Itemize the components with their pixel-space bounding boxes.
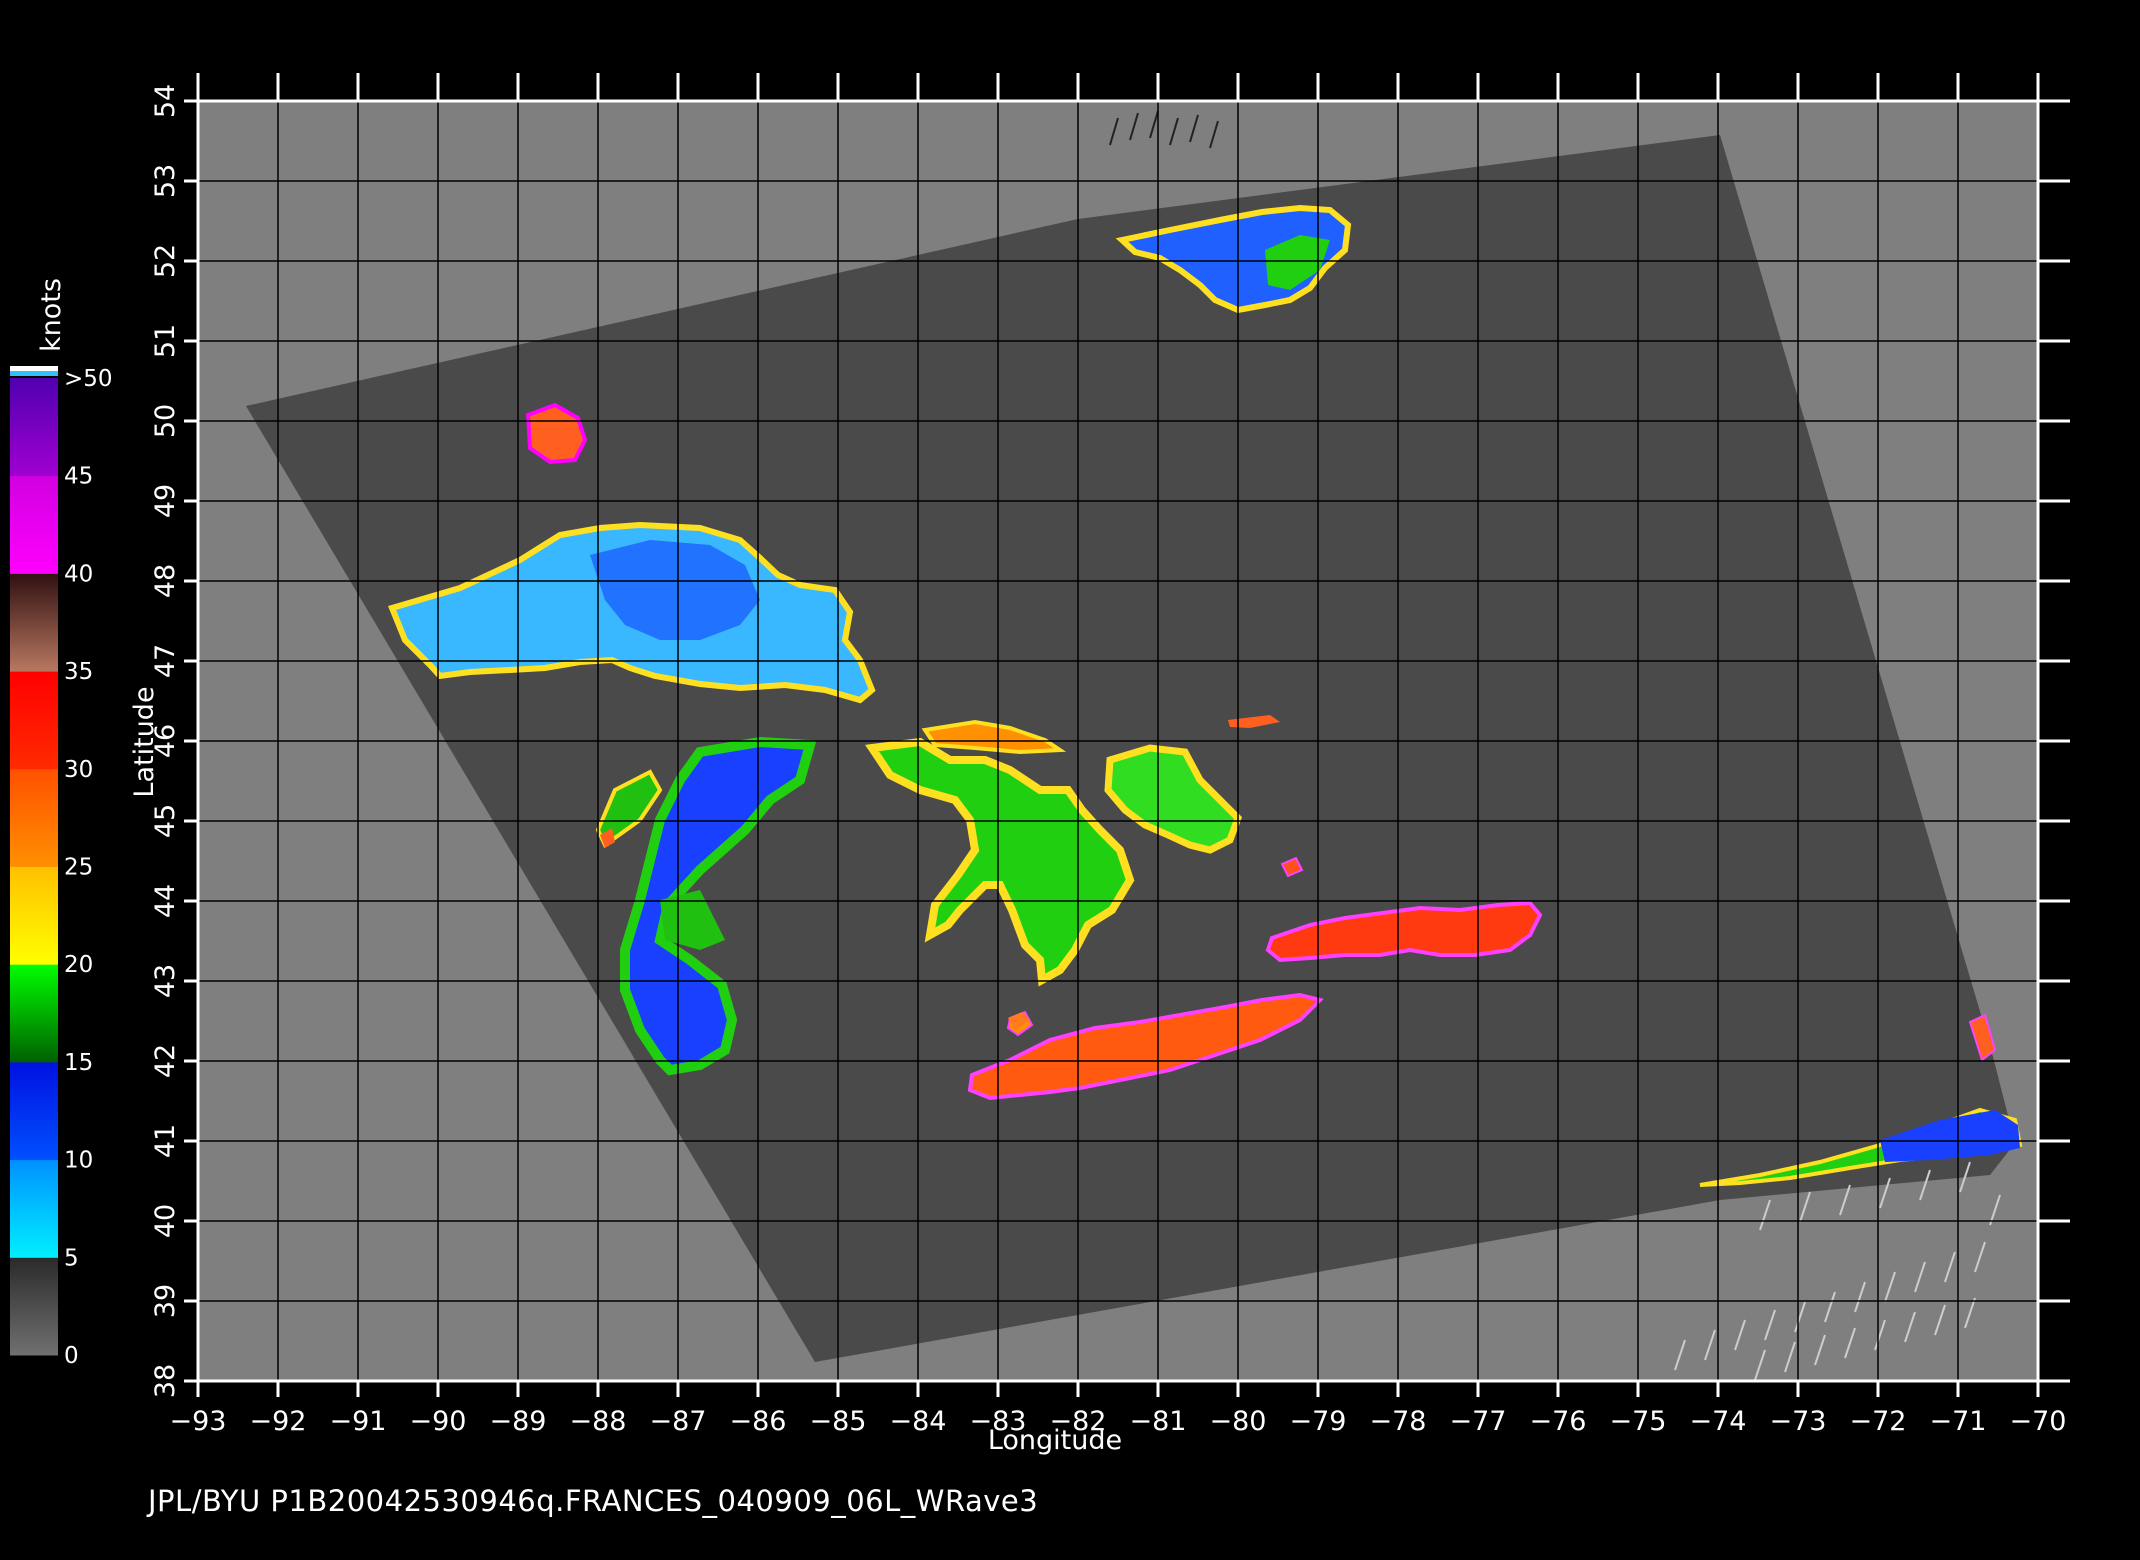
x-tick-label: −93	[170, 1406, 227, 1437]
x-tick-label: −91	[330, 1406, 387, 1437]
colorbar-band	[10, 866, 58, 965]
colorbar-band	[10, 671, 58, 770]
y-tick-label: 54	[150, 84, 181, 118]
wind-speed-colorbar: 0 5 10 15 20 25 30 35 40 45 >50	[10, 366, 113, 1369]
x-tick-label: −88	[570, 1406, 627, 1437]
colorbar-band	[10, 964, 58, 1063]
colorbar-top-stripe	[10, 366, 58, 371]
colorbar-band	[10, 475, 58, 574]
x-tick-label: −92	[250, 1406, 307, 1437]
y-tick-label: 51	[150, 324, 181, 358]
colorbar-tick-label: 15	[64, 1050, 93, 1076]
colorbar-top-stripe	[10, 371, 58, 376]
x-tick-label: −89	[490, 1406, 547, 1437]
colorbar-tick-label: >50	[64, 366, 113, 392]
y-tick-label: 47	[150, 644, 181, 678]
x-tick-label: −78	[1370, 1406, 1427, 1437]
colorbar-tick-label: 5	[64, 1245, 79, 1271]
x-tick-label: −87	[650, 1406, 707, 1437]
y-tick-label: 38	[150, 1364, 181, 1398]
y-tick-label: 42	[150, 1044, 181, 1078]
x-tick-label: −72	[1850, 1406, 1907, 1437]
colorbar-tick-label: 40	[64, 561, 93, 587]
x-tick-label: −86	[730, 1406, 787, 1437]
wind-map-figure: −93 −92 −91 −90 −89 −88 −87 −86 −85 −84 −83 −82 −81−…	[10, 73, 2070, 1456]
y-tick-label: 52	[150, 244, 181, 278]
x-tick-label: −77	[1450, 1406, 1507, 1437]
x-tick-label: −81	[1130, 1406, 1187, 1437]
y-tick-label: 40	[150, 1204, 181, 1238]
colorbar-band	[10, 378, 58, 477]
colorbar-band	[10, 1159, 58, 1258]
x-tick-label: −79	[1290, 1406, 1347, 1437]
colorbar-band	[10, 1257, 58, 1356]
colorbar-tick-label: 25	[64, 855, 93, 881]
y-tick-label: 43	[150, 964, 181, 998]
x-tick-label: −80	[1210, 1406, 1267, 1437]
colorbar-unit-label: knots	[36, 278, 67, 352]
y-tick-label: 53	[150, 164, 181, 198]
colorbar-tick-label: 35	[64, 659, 93, 685]
y-tick-label: 44	[150, 884, 181, 918]
colorbar-tick-label: 45	[64, 464, 93, 490]
y-tick-label: 39	[150, 1284, 181, 1318]
x-tick-label: −73	[1770, 1406, 1827, 1437]
colorbar-band	[10, 768, 58, 867]
colorbar-tick-label: 20	[64, 952, 93, 978]
x-tick-label: −74	[1690, 1406, 1747, 1437]
figure-caption: JPL/BYU P1B20042530946q.FRANCES_040909_0…	[148, 1484, 1039, 1518]
y-axis-title: Latitude	[129, 686, 160, 797]
colorbar-tick-label: 30	[64, 757, 93, 783]
y-tick-label: 41	[150, 1124, 181, 1158]
x-tick-label: −71	[1930, 1406, 1987, 1437]
colorbar-tick-label: 0	[64, 1343, 79, 1369]
y-tick-label: 49	[150, 484, 181, 518]
y-tick-label: 50	[150, 404, 181, 438]
y-tick-label: 48	[150, 564, 181, 598]
colorbar-tick-label: 10	[64, 1148, 93, 1174]
x-tick-label: −75	[1610, 1406, 1667, 1437]
x-tick-label: −84	[890, 1406, 947, 1437]
x-tick-label: −70	[2010, 1406, 2067, 1437]
x-tick-label: −90	[410, 1406, 467, 1437]
y-tick-label: 45	[150, 804, 181, 838]
x-axis-title: Longitude	[988, 1425, 1122, 1456]
colorbar-band	[10, 1061, 58, 1161]
x-tick-label: −85	[810, 1406, 867, 1437]
colorbar-band	[10, 573, 58, 672]
x-tick-label: −76	[1530, 1406, 1587, 1437]
